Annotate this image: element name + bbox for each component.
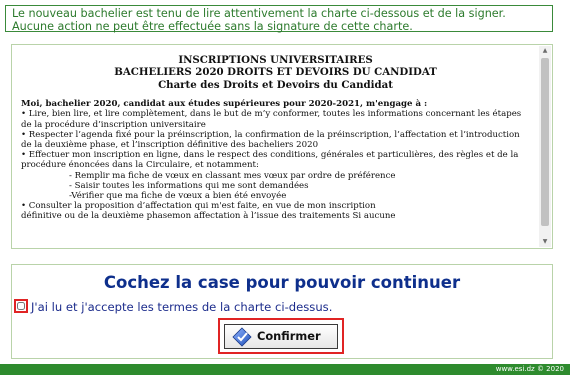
charter-title-line-3: Charte des Droits et Devoirs du Candidat <box>158 78 393 91</box>
confirm-button[interactable]: Confirmer <box>224 324 338 349</box>
diamond-check-icon <box>232 327 252 347</box>
charter-line: • Respecter l’agenda fixé pour la préins… <box>21 129 520 151</box>
charter-title-line-1: INSCRIPTIONS UNIVERSITAIRES <box>178 54 373 66</box>
charter-intro: Moi, bachelier 2020, candidat aux études… <box>21 99 428 110</box>
charter-line: définitive ou de la deuxième phasemon af… <box>21 211 396 222</box>
accept-checkbox[interactable] <box>17 302 25 310</box>
confirm-button-label: Confirmer <box>257 329 321 343</box>
charter-subline: -Vérifier que ma fiche de vœux a bien ét… <box>69 191 287 202</box>
charter-panel: INSCRIPTIONS UNIVERSITAIRES BACHELIERS 2… <box>11 44 553 249</box>
charter-line: • Effectuer mon inscription en ligne, da… <box>21 150 519 171</box>
charter-text-area[interactable]: INSCRIPTIONS UNIVERSITAIRES BACHELIERS 2… <box>13 46 538 247</box>
scroll-up-icon[interactable]: ▲ <box>539 46 551 56</box>
accept-checkbox-label[interactable]: J'ai lu et j'accepte les termes de la ch… <box>31 300 332 314</box>
charter-line: • Consulter la proposition d’affectation… <box>21 201 376 212</box>
footer-copyright: www.esi.dz © 2020 <box>495 365 564 373</box>
charter-scrollbar[interactable]: ▲ ▼ <box>539 46 551 247</box>
scrollbar-thumb[interactable] <box>541 58 549 226</box>
charter-title-line-2: BACHELIERS 2020 DROITS ET DEVOIRS DU CAN… <box>114 66 437 79</box>
confirm-button-highlight: Confirmer <box>218 318 344 354</box>
charter-line: • Lire, bien lire, et lire complètement,… <box>21 109 522 130</box>
charter-subline: - Saisir toutes les informations qui me … <box>69 180 309 191</box>
acceptance-panel: Cochez la case pour pouvoir continuer J'… <box>11 264 553 359</box>
charter-subline: - Remplir ma fiche de vœux en classant m… <box>69 170 396 181</box>
footer-bar: www.esi.dz © 2020 <box>0 364 570 375</box>
acceptance-title: Cochez la case pour pouvoir continuer <box>103 273 461 292</box>
accept-checkbox-highlight <box>14 299 28 313</box>
scroll-down-icon[interactable]: ▼ <box>539 237 551 247</box>
charter-notice: Le nouveau bachelier est tenu de lire at… <box>5 5 553 33</box>
